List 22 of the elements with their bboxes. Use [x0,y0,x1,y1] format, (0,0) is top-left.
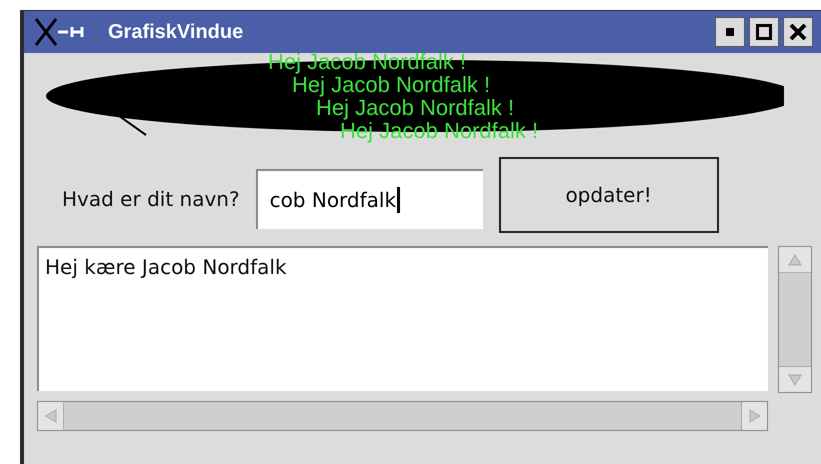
window-title: GrafiskVindue [108,20,244,45]
close-button[interactable] [783,17,813,47]
text-cursor-icon [397,187,400,213]
vertical-scrollbar[interactable] [778,246,812,393]
scroll-up-icon[interactable] [779,247,811,273]
maximize-button[interactable] [749,17,779,47]
field-value: cob Nordfalk [270,187,396,214]
scroll-left-icon[interactable] [38,402,64,430]
scroll-down-icon[interactable] [779,366,811,392]
greeting-text: Hej Jacob Nordfalk ! [316,97,514,119]
minimize-icon [726,28,734,36]
minimize-button[interactable] [715,17,745,47]
name-field[interactable]: cob Nordfalk [256,169,483,229]
text-area[interactable]: Hej kære Jacob Nordfalk [37,246,768,391]
name-label: Hvad er dit navn? [62,186,240,213]
update-button[interactable]: opdater! [498,157,719,233]
close-icon [789,23,807,41]
scroll-right-icon[interactable] [741,402,767,430]
greeting-text: Hej Jacob Nordfalk ! [292,74,490,96]
text-area-content: Hej kære Jacob Nordfalk [45,255,287,279]
horizontal-scrollbar[interactable] [37,401,768,431]
maximize-icon [756,24,772,40]
